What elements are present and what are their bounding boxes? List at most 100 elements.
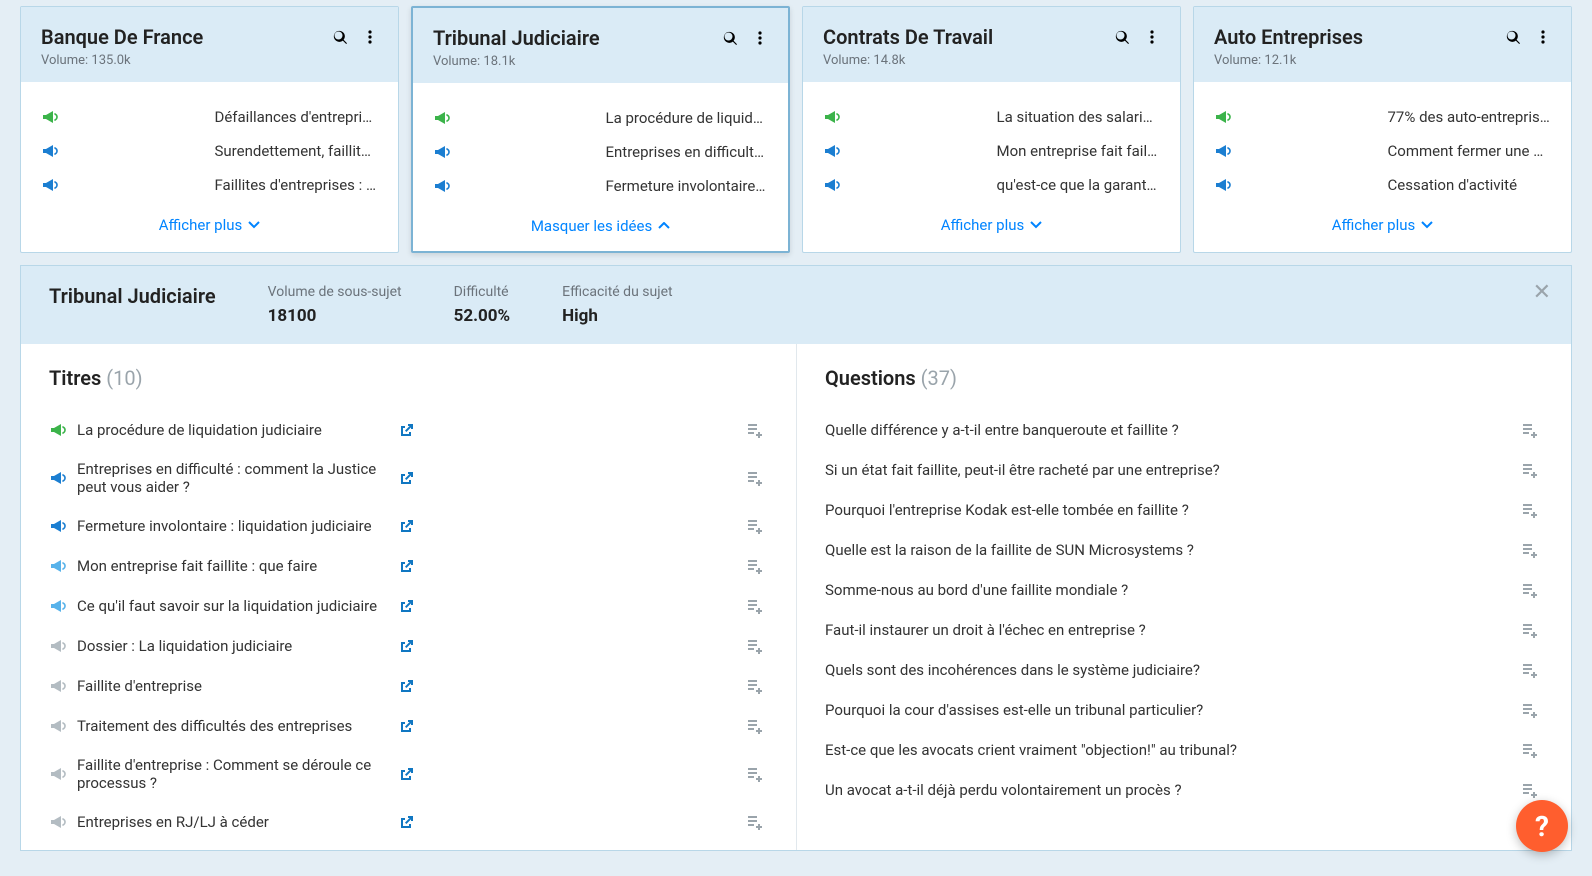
idea-text: Entreprises en difficulté : comment la J… [606,143,769,161]
idea-item[interactable]: qu'est-ce que la garantie des salaires ? [823,168,1160,202]
idea-item[interactable]: Défaillances d'entreprises [41,100,378,134]
idea-text: 77% des auto-entreprises meurent avant … [1388,108,1552,126]
subtopic-detail-panel: Tribunal Judiciaire Volume de sous-sujet… [20,265,1572,851]
card-header: Banque De France Volume: 135.0k [21,7,398,82]
question-text: Pourquoi la cour d'assises est-elle un t… [825,701,1511,719]
topic-card[interactable]: Tribunal Judiciaire Volume: 18.1k La pro… [411,6,790,253]
question-row[interactable]: Quelle est la raison de la faillite de S… [825,530,1539,570]
external-link-icon[interactable] [399,470,415,486]
question-row[interactable]: Faut-il instaurer un droit à l'échec en … [825,610,1539,650]
close-icon[interactable]: ✕ [1533,280,1551,305]
search-icon[interactable] [1114,29,1130,45]
question-row[interactable]: Si un état fait faillite, peut-il être r… [825,450,1539,490]
metric-value: High [562,306,672,326]
add-to-list-icon[interactable] [746,421,764,439]
add-to-list-icon[interactable] [746,597,764,615]
add-to-list-icon[interactable] [1521,421,1539,439]
add-to-list-icon[interactable] [746,517,764,535]
title-row[interactable]: Ce qu'il faut savoir sur la liquidation … [49,586,764,626]
more-options-icon[interactable] [362,29,378,45]
external-link-icon[interactable] [399,558,415,574]
show-more-link[interactable]: Afficher plus [159,216,261,234]
add-to-list-icon[interactable] [1521,581,1539,599]
idea-item[interactable]: Fermeture involontaire : liquidation jud… [433,169,768,203]
external-link-icon[interactable] [399,678,415,694]
add-to-list-icon[interactable] [746,637,764,655]
question-row[interactable]: Quelle différence y a-t-il entre banquer… [825,410,1539,450]
title-text: Entreprises en RJ/LJ à céder [77,813,389,831]
show-more-link[interactable]: Afficher plus [1332,216,1434,234]
add-to-list-icon[interactable] [1521,621,1539,639]
idea-item[interactable]: La procédure de liquidation judiciaire [433,101,768,135]
external-link-icon[interactable] [399,598,415,614]
add-to-list-icon[interactable] [1521,461,1539,479]
megaphone-icon [49,469,67,487]
idea-text: qu'est-ce que la garantie des salaires ? [997,176,1161,194]
add-to-list-icon[interactable] [746,717,764,735]
idea-item[interactable]: Faillites d'entreprises : la dépense pub… [41,168,378,202]
external-link-icon[interactable] [399,638,415,654]
add-to-list-icon[interactable] [1521,661,1539,679]
search-icon[interactable] [722,30,738,46]
topic-card[interactable]: Contrats De Travail Volume: 14.8k La sit… [802,6,1181,253]
add-to-list-icon[interactable] [1521,541,1539,559]
external-link-icon[interactable] [399,518,415,534]
external-link-icon[interactable] [399,718,415,734]
idea-item[interactable]: La situation des salariés lors d'une pro… [823,100,1160,134]
idea-item[interactable]: Cessation d'activité [1214,168,1551,202]
external-link-icon[interactable] [399,422,415,438]
card-title: Auto Entreprises [1214,25,1363,49]
external-link-icon[interactable] [399,766,415,782]
title-row[interactable]: Traitement des difficultés des entrepris… [49,706,764,746]
title-row[interactable]: Dossier : La liquidation judiciaire [49,626,764,666]
add-to-list-icon[interactable] [1521,741,1539,759]
title-row[interactable]: Mon entreprise fait faillite : que faire [49,546,764,586]
title-row[interactable]: Fermeture involontaire : liquidation jud… [49,506,764,546]
question-row[interactable]: Somme-nous au bord d'une faillite mondia… [825,570,1539,610]
megaphone-icon [823,108,987,126]
question-row[interactable]: Pourquoi la cour d'assises est-elle un t… [825,690,1539,730]
card-body: La situation des salariés lors d'une pro… [803,82,1180,206]
title-row[interactable]: Faillite d'entreprise [49,666,764,706]
card-body: 77% des auto-entreprises meurent avant …… [1194,82,1571,206]
search-icon[interactable] [1505,29,1521,45]
title-text: Dossier : La liquidation judiciaire [77,637,389,655]
add-to-list-icon[interactable] [1521,701,1539,719]
idea-item[interactable]: Surendettement, faillites... Le Gers rés… [41,134,378,168]
title-row[interactable]: La procédure de liquidation judiciaire [49,410,764,450]
more-options-icon[interactable] [1535,29,1551,45]
title-row[interactable]: Entreprises en difficulté : comment la J… [49,450,764,506]
add-to-list-icon[interactable] [746,677,764,695]
question-row[interactable]: Pourquoi l'entreprise Kodak est-elle tom… [825,490,1539,530]
question-row[interactable]: Est-ce que les avocats crient vraiment "… [825,730,1539,770]
search-icon[interactable] [332,29,348,45]
idea-item[interactable]: 77% des auto-entreprises meurent avant … [1214,100,1551,134]
add-to-list-icon[interactable] [1521,781,1539,799]
add-to-list-icon[interactable] [746,813,764,831]
idea-item[interactable]: Comment fermer une auto-entreprise ? L… [1214,134,1551,168]
help-button[interactable]: ? [1516,800,1568,852]
card-title: Banque De France [41,25,203,49]
topic-card[interactable]: Banque De France Volume: 135.0k Défailla… [20,6,399,253]
card-body: La procédure de liquidation judiciaire E… [413,83,788,207]
question-row[interactable]: Un avocat a-t-il déjà perdu volontaireme… [825,770,1539,810]
idea-item[interactable]: Entreprises en difficulté : comment la J… [433,135,768,169]
more-options-icon[interactable] [752,30,768,46]
title-row[interactable]: Faillite d'entreprise : Comment se dérou… [49,746,764,802]
hide-ideas-link[interactable]: Masquer les idées [531,217,670,235]
add-to-list-icon[interactable] [746,557,764,575]
title-row[interactable]: Entreprises en RJ/LJ à céder [49,802,764,840]
add-to-list-icon[interactable] [1521,501,1539,519]
title-text: Entreprises en difficulté : comment la J… [77,460,389,496]
megaphone-icon [49,517,67,535]
topic-card[interactable]: Auto Entreprises Volume: 12.1k 77% des a… [1193,6,1572,253]
add-to-list-icon[interactable] [746,469,764,487]
titles-column: Titres (10) La procédure de liquidation … [21,344,796,850]
external-link-icon[interactable] [399,814,415,830]
title-text: Fermeture involontaire : liquidation jud… [77,517,389,535]
idea-item[interactable]: Mon entreprise fait faillite : que faire [823,134,1160,168]
more-options-icon[interactable] [1144,29,1160,45]
show-more-link[interactable]: Afficher plus [941,216,1043,234]
add-to-list-icon[interactable] [746,765,764,783]
question-row[interactable]: Quels sont des incohérences dans le syst… [825,650,1539,690]
